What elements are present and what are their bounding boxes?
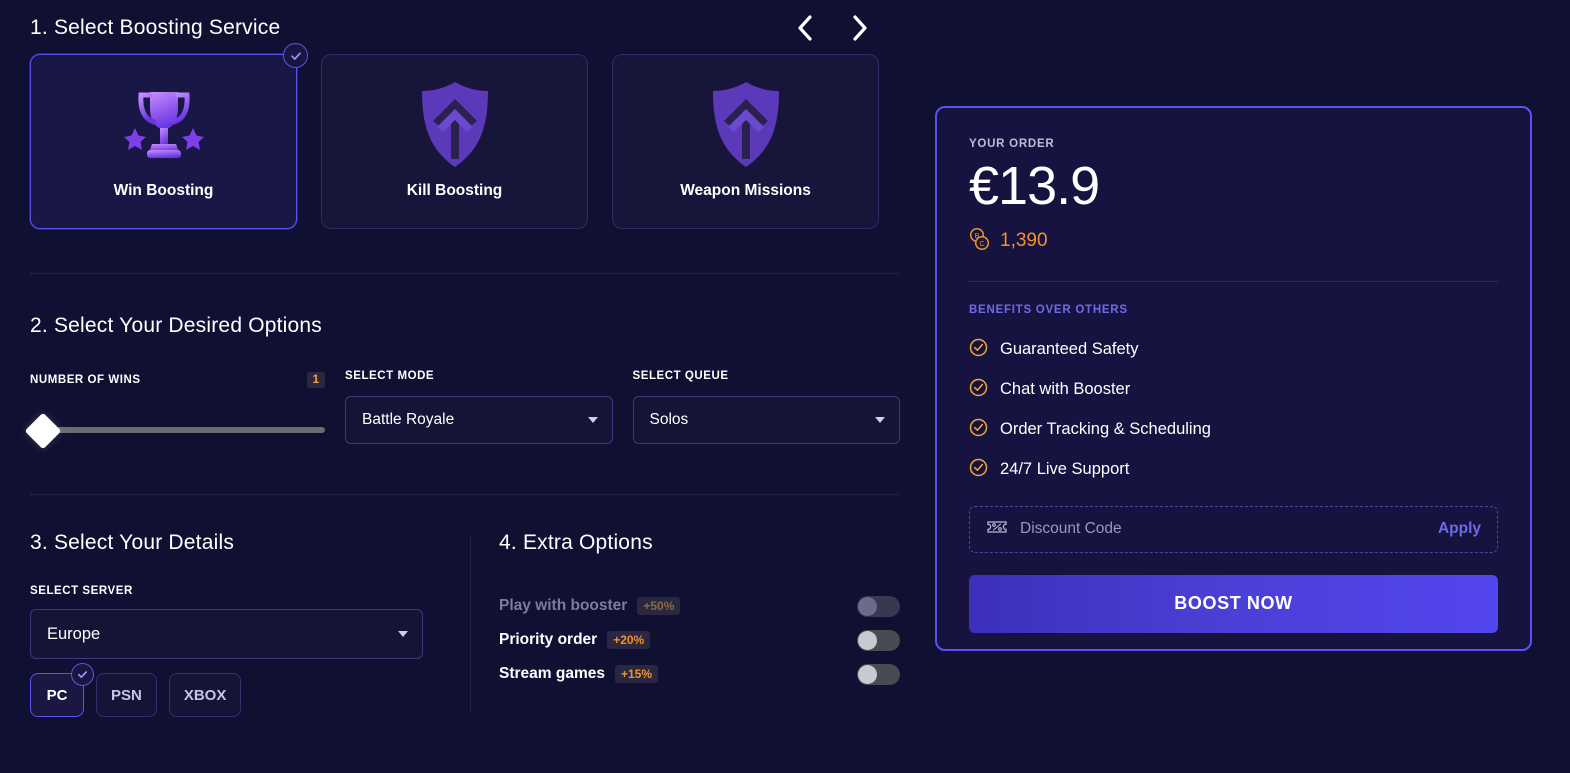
service-card-label: Win Boosting xyxy=(113,182,214,199)
extra-option-toggle[interactable] xyxy=(857,595,900,617)
benefit-label: Chat with Booster xyxy=(1000,380,1131,399)
details-and-extras-row: 3. Select Your Details SELECT SERVER Eur… xyxy=(30,531,900,717)
select-mode-dropdown[interactable]: Battle Royale xyxy=(345,396,613,444)
extra-option-label: Priority order xyxy=(499,631,598,648)
platform-label: PSN xyxy=(111,686,142,704)
svg-text:C: C xyxy=(979,241,984,248)
shield-arrow-icon xyxy=(415,79,495,171)
benefit-item: 24/7 Live Support xyxy=(969,450,1498,490)
toggle-knob xyxy=(858,596,877,616)
configurator-left-column: 1. Select Boosting Service Win Boosting … xyxy=(0,0,930,773)
platform-button-xbox[interactable]: XBOX xyxy=(168,673,242,717)
extra-option-label: Play with booster xyxy=(499,597,628,614)
select-mode-label: SELECT MODE xyxy=(345,370,435,382)
number-of-wins-label: NUMBER OF WINS xyxy=(30,374,141,386)
step-3-title: 3. Select Your Details xyxy=(30,531,235,554)
selected-check-icon xyxy=(283,43,308,68)
extra-option-priority-order: Priority order +20% xyxy=(499,623,900,657)
select-server-dropdown[interactable]: Europe xyxy=(30,609,423,659)
coupon-percent-icon xyxy=(986,518,1008,541)
extra-option-percent: +20% xyxy=(607,631,651,649)
slider-track[interactable] xyxy=(40,427,326,433)
step-4-title: 4. Extra Options xyxy=(499,531,653,554)
select-server-label: SELECT SERVER xyxy=(30,585,133,597)
extra-option-toggle[interactable] xyxy=(857,629,900,651)
mode-select-block: SELECT MODE Battle Royale xyxy=(345,370,613,444)
carousel-arrows xyxy=(792,15,900,41)
section-divider-2 xyxy=(30,494,900,495)
boost-now-button[interactable]: BOOST NOW xyxy=(969,574,1498,633)
slider-handle[interactable] xyxy=(24,412,62,450)
coins-icon: B C xyxy=(969,227,991,256)
chevron-right-icon[interactable] xyxy=(846,15,872,41)
number-of-wins-slider[interactable] xyxy=(24,412,326,450)
benefit-item: Order Tracking & Scheduling xyxy=(969,410,1498,450)
check-circle-icon xyxy=(969,378,988,402)
platform-button-psn[interactable]: PSN xyxy=(96,673,157,717)
select-mode-value: Battle Royale xyxy=(362,411,455,428)
order-divider xyxy=(969,280,1498,282)
chevron-down-icon xyxy=(398,631,408,637)
benefit-label: Guaranteed Safety xyxy=(1000,340,1139,359)
check-circle-icon xyxy=(969,338,988,362)
order-price: €13.9 xyxy=(969,156,1100,216)
booster-configurator-page: 1. Select Boosting Service Win Boosting … xyxy=(0,0,1570,773)
select-queue-label: SELECT QUEUE xyxy=(632,370,729,382)
chevron-down-icon xyxy=(875,417,885,423)
benefits-kicker: BENEFITS OVER OTHERS xyxy=(969,303,1128,316)
number-of-wins-value: 1 xyxy=(306,372,326,388)
step-3-section: 3. Select Your Details SELECT SERVER Eur… xyxy=(30,531,470,717)
trophy-icon xyxy=(121,79,207,171)
step-2-section: 2. Select Your Desired Options NUMBER OF… xyxy=(24,274,900,450)
service-card-label: Kill Boosting xyxy=(406,182,503,199)
shield-arrow-icon xyxy=(706,79,786,171)
order-coins: B C 1,390 xyxy=(969,227,1498,256)
service-card-win-boosting[interactable]: Win Boosting xyxy=(30,43,308,229)
discount-code-field[interactable]: Apply xyxy=(969,505,1498,553)
extra-option-toggle[interactable] xyxy=(857,663,900,685)
selected-check-icon xyxy=(71,663,94,686)
benefit-item: Guaranteed Safety xyxy=(969,330,1498,370)
benefit-item: Chat with Booster xyxy=(969,370,1498,410)
step-1-title: 1. Select Boosting Service xyxy=(30,16,281,39)
select-server-value: Europe xyxy=(47,624,101,643)
order-summary-panel: YOUR ORDER €13.9 B C 1,390 BENEFITS OVER… xyxy=(935,106,1532,651)
check-circle-icon xyxy=(969,458,988,482)
number-of-wins-control: NUMBER OF WINS 1 xyxy=(24,370,326,450)
toggle-knob xyxy=(858,664,877,684)
order-kicker: YOUR ORDER xyxy=(969,138,1055,150)
platform-button-group: PC PSN XBOX xyxy=(30,663,440,717)
chevron-left-icon[interactable] xyxy=(792,15,818,41)
extra-option-percent: +15% xyxy=(614,665,659,683)
benefit-label: Order Tracking & Scheduling xyxy=(1000,420,1211,439)
step-1-header: 1. Select Boosting Service xyxy=(30,0,900,42)
apply-discount-button[interactable]: Apply xyxy=(1438,520,1481,538)
benefits-list: Guaranteed Safety Chat with Booster Orde… xyxy=(969,330,1498,490)
discount-code-input[interactable] xyxy=(1020,520,1438,539)
service-card-weapon-missions[interactable]: Weapon Missions xyxy=(612,54,879,229)
select-queue-dropdown[interactable]: Solos xyxy=(632,396,900,444)
queue-select-block: SELECT QUEUE Solos xyxy=(632,370,900,444)
platform-button-pc[interactable]: PC xyxy=(30,663,94,717)
extra-option-percent: +50% xyxy=(637,597,681,615)
platform-label: XBOX xyxy=(183,686,227,704)
extra-options-list: Play with booster +50% Priority order +2… xyxy=(499,589,900,691)
service-card-kill-boosting[interactable]: Kill Boosting xyxy=(321,54,588,229)
check-circle-icon xyxy=(969,418,988,442)
benefit-label: 24/7 Live Support xyxy=(1000,460,1130,479)
extra-option-stream-games: Stream games +15% xyxy=(499,657,900,691)
order-coins-amount: 1,390 xyxy=(1000,230,1048,252)
select-queue-value: Solos xyxy=(649,411,689,428)
platform-label: PC xyxy=(46,686,68,704)
options-row: NUMBER OF WINS 1 SELECT MODE Battle Roya… xyxy=(24,370,900,450)
service-card-list: Win Boosting Kill Boosting Weapon Missio… xyxy=(30,43,900,229)
step-2-title: 2. Select Your Desired Options xyxy=(30,314,323,337)
step-4-section: 4. Extra Options Play with booster +50% … xyxy=(471,531,900,717)
toggle-knob xyxy=(858,630,877,650)
chevron-down-icon xyxy=(587,417,598,423)
service-card-label: Weapon Missions xyxy=(680,182,811,199)
extra-option-label: Stream games xyxy=(499,665,605,682)
extra-option-play-with-booster: Play with booster +50% xyxy=(499,589,900,623)
number-of-wins-header: NUMBER OF WINS 1 xyxy=(30,370,326,390)
